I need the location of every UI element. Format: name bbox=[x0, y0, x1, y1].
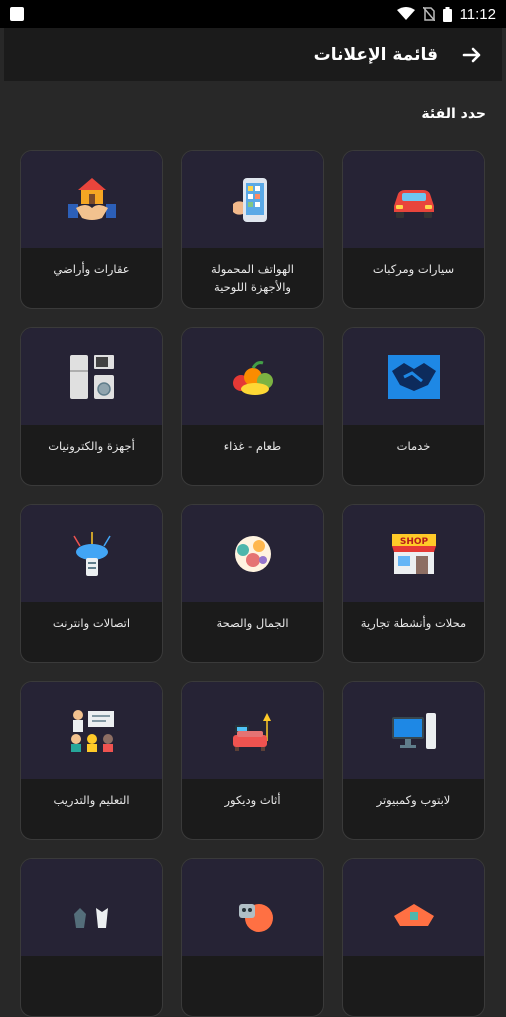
appliances-icon bbox=[69, 354, 114, 399]
category-cars[interactable]: سيارات ومركبات bbox=[342, 150, 485, 309]
category-label: خدمات bbox=[396, 439, 431, 453]
back-arrow-icon[interactable] bbox=[462, 46, 482, 64]
category-food[interactable]: طعام - غذاء bbox=[181, 327, 324, 486]
category-label: لابتوب وكمبيوتر bbox=[376, 793, 451, 807]
app-bar: قائمة الإعلانات bbox=[4, 28, 502, 81]
category-appliances[interactable]: أجهزة والكترونيات bbox=[20, 327, 163, 486]
category-label: أثاث وديكور bbox=[224, 793, 281, 807]
partial-robot-icon bbox=[238, 903, 273, 932]
category-label bbox=[343, 956, 484, 968]
page-title: قائمة الإعلانات bbox=[313, 44, 438, 65]
category-label: الجمال والصحة bbox=[216, 616, 289, 630]
real-estate-handshake-icon bbox=[67, 177, 116, 220]
category-education[interactable]: التعليم والتدريب bbox=[20, 681, 163, 840]
category-label: سيارات ومركبات bbox=[372, 262, 455, 276]
category-label: محلات وأنشطة تجارية bbox=[360, 616, 467, 630]
category-phones[interactable]: الهواتف المحمولة والأجهزة اللوحية bbox=[181, 150, 324, 309]
category-partial-3[interactable] bbox=[20, 858, 163, 1017]
category-label: عقارات وأراضي bbox=[53, 262, 130, 276]
smartphone-icon bbox=[232, 177, 267, 222]
status-time: 11:12 bbox=[459, 5, 496, 23]
svg-text:SHOP: SHOP bbox=[399, 537, 428, 547]
wifi-icon bbox=[396, 7, 415, 20]
status-bar: 11:12 bbox=[0, 0, 506, 28]
category-partial-1[interactable] bbox=[342, 858, 485, 1017]
category-beauty[interactable]: الجمال والصحة bbox=[181, 504, 324, 663]
furniture-icon bbox=[232, 712, 271, 751]
battery-icon bbox=[442, 6, 452, 22]
category-real-estate[interactable]: عقارات وأراضي bbox=[20, 150, 163, 309]
services-handshake-icon bbox=[387, 354, 440, 399]
category-label: اتصالات وانترنت bbox=[52, 616, 131, 630]
partial-clothes-icon bbox=[73, 907, 108, 928]
category-label bbox=[182, 956, 323, 968]
app-notification-icon bbox=[10, 7, 24, 21]
shop-icon: SHOP bbox=[391, 533, 436, 574]
category-computers[interactable]: لابتوب وكمبيوتر bbox=[342, 681, 485, 840]
partial-orange-icon bbox=[393, 903, 434, 926]
education-icon bbox=[70, 709, 114, 752]
category-services[interactable]: خدمات bbox=[342, 327, 485, 486]
food-icon bbox=[232, 360, 273, 395]
category-label bbox=[21, 956, 162, 968]
beauty-health-icon bbox=[234, 535, 271, 572]
category-shops[interactable]: SHOP محلات وأنشطة تجارية bbox=[342, 504, 485, 663]
computer-icon bbox=[391, 712, 436, 749]
section-title: حدد الفئة bbox=[421, 106, 486, 122]
cloud-network-icon bbox=[72, 531, 111, 576]
category-furniture[interactable]: أثاث وديكور bbox=[181, 681, 324, 840]
category-label: أجهزة والكترونيات bbox=[48, 439, 135, 453]
category-partial-2[interactable] bbox=[181, 858, 324, 1017]
category-label: الهواتف المحمولة والأجهزة اللوحية bbox=[211, 262, 294, 294]
category-label: التعليم والتدريب bbox=[53, 793, 130, 807]
no-sim-icon bbox=[422, 7, 435, 21]
category-label: طعام - غذاء bbox=[223, 439, 282, 453]
category-telecom[interactable]: اتصالات وانترنت bbox=[20, 504, 163, 663]
car-icon bbox=[393, 189, 434, 218]
